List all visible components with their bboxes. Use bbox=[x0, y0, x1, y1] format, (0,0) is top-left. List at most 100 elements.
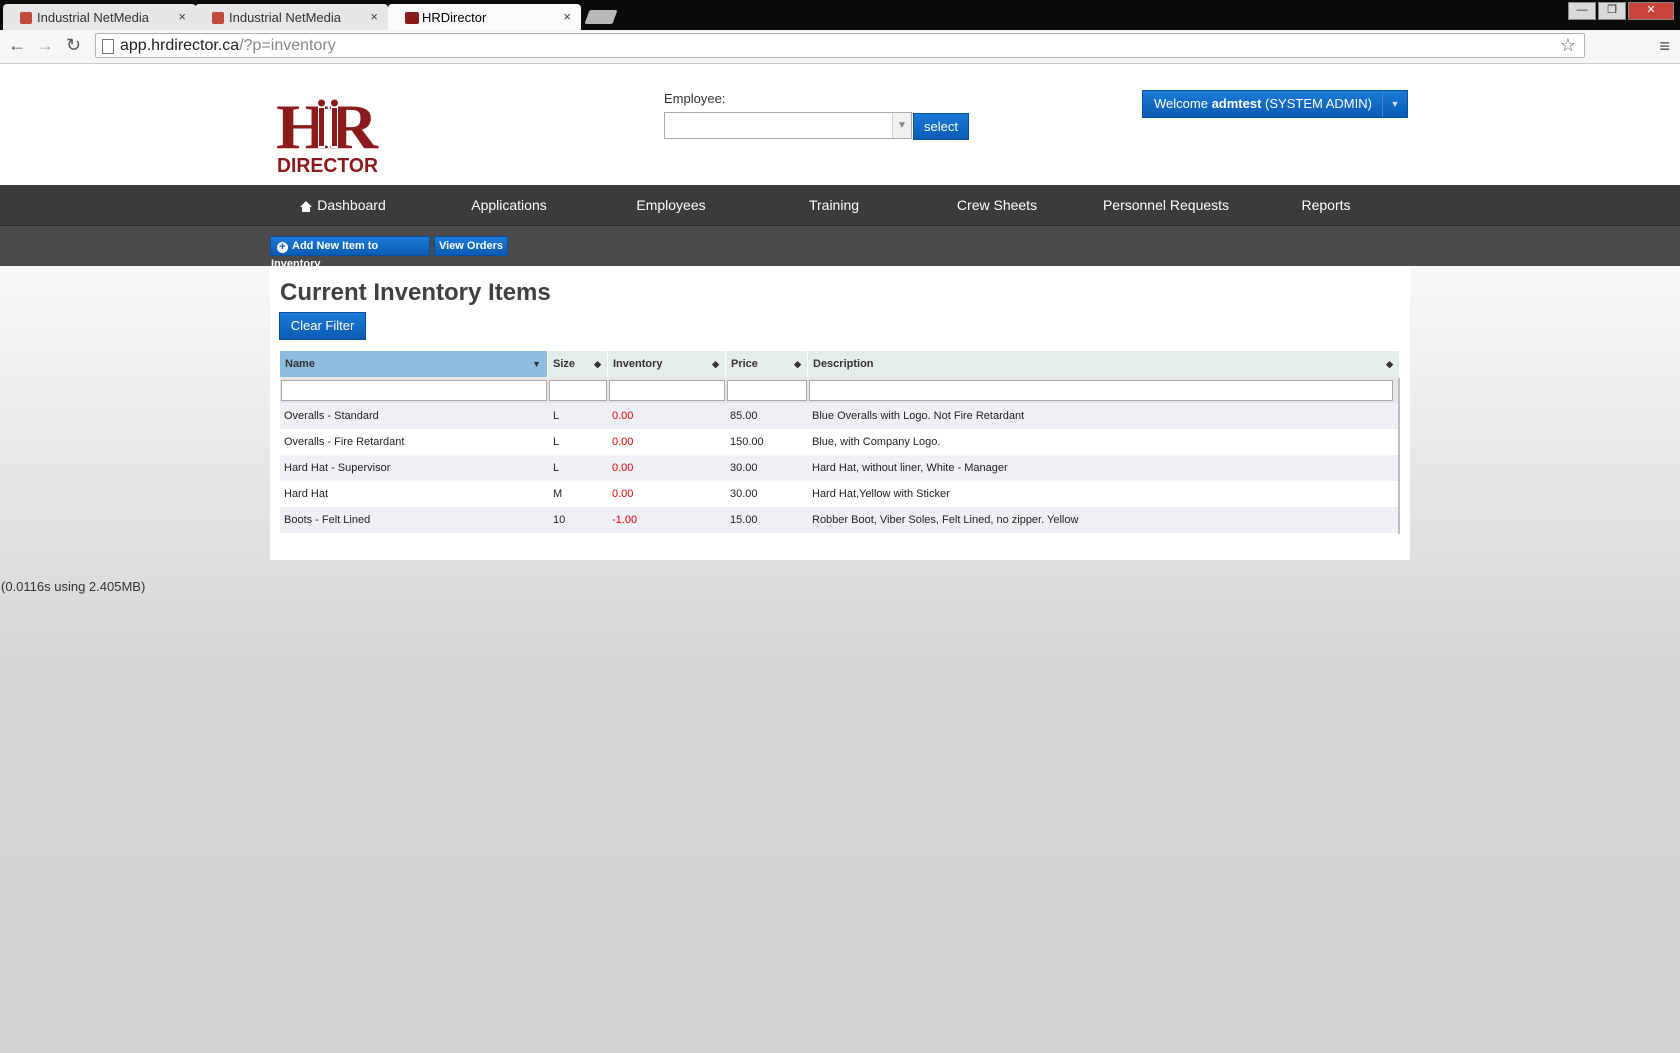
nav-item-crew-sheets[interactable]: Crew Sheets bbox=[917, 185, 1077, 225]
cell-price: 30.00 bbox=[730, 462, 758, 474]
nav-item-reports[interactable]: Reports bbox=[1246, 185, 1406, 225]
column-label: Size bbox=[553, 358, 576, 370]
window-controls: — ❐ ✕ bbox=[1566, 2, 1674, 20]
page-title: Current Inventory Items bbox=[280, 279, 551, 306]
employee-label: Employee: bbox=[664, 91, 726, 106]
cell-price: 150.00 bbox=[730, 436, 764, 448]
tab-title: Industrial NetMedia bbox=[37, 10, 149, 25]
column-label: Price bbox=[731, 358, 758, 370]
main-nav: Dashboard Applications Employees Trainin… bbox=[0, 185, 1680, 226]
browser-tab[interactable]: Industrial NetMedia × bbox=[195, 4, 388, 30]
cell-name: Overalls - Fire Retardant bbox=[284, 436, 405, 448]
tab-title: Industrial NetMedia bbox=[229, 10, 341, 25]
clear-filter-button[interactable]: Clear Filter bbox=[279, 312, 366, 340]
cell-inventory: 0.00 bbox=[612, 410, 634, 422]
table-row[interactable]: Hard Hat - Supervisor L 0.00 30.00 Hard … bbox=[280, 455, 1399, 481]
column-label: Name bbox=[285, 358, 315, 370]
view-orders-button[interactable]: View Orders bbox=[434, 236, 508, 256]
render-stats: (0.0116s using 2.405MB) bbox=[1, 579, 146, 594]
column-header-size[interactable]: Size ◆ bbox=[548, 351, 608, 377]
cell-size: L bbox=[553, 462, 560, 474]
browser-toolbar: ← → ↻ app.hrdirector.ca/?p=inventory ☆ ≡ bbox=[0, 30, 1680, 64]
plus-circle-icon: + bbox=[277, 242, 288, 253]
back-icon[interactable]: ← bbox=[8, 35, 26, 56]
table-row[interactable]: Overalls - Fire Retardant L 0.00 150.00 … bbox=[280, 429, 1399, 455]
page-icon bbox=[102, 39, 114, 54]
cell-description: Hard Hat, without liner, White - Manager bbox=[812, 462, 1008, 474]
hrdirector-logo[interactable]: HR DIRECTOR bbox=[276, 92, 380, 176]
welcome-user: admtest bbox=[1211, 96, 1262, 111]
cell-size: L bbox=[553, 436, 560, 448]
size-filter-input[interactable] bbox=[549, 380, 607, 401]
sort-icon: ◆ bbox=[1386, 359, 1393, 369]
chevron-down-icon[interactable]: ▼ bbox=[892, 113, 911, 138]
cell-price: 30.00 bbox=[730, 488, 758, 500]
cell-size: L bbox=[553, 410, 560, 422]
column-label: Inventory bbox=[613, 358, 663, 370]
cell-inventory: 0.00 bbox=[612, 462, 634, 474]
description-filter-input[interactable] bbox=[809, 380, 1393, 401]
url-path: /?p=inventory bbox=[239, 37, 336, 54]
table-row[interactable]: Overalls - Standard L 0.00 85.00 Blue Ov… bbox=[280, 403, 1399, 429]
nav-item-employees[interactable]: Employees bbox=[591, 185, 751, 225]
column-header-description[interactable]: Description ◆ bbox=[808, 351, 1399, 377]
close-window-icon[interactable]: ✕ bbox=[1628, 2, 1674, 20]
cell-inventory: 0.00 bbox=[612, 488, 634, 500]
cell-inventory: 0.00 bbox=[612, 436, 634, 448]
welcome-prefix: Welcome bbox=[1154, 96, 1212, 111]
cell-price: 15.00 bbox=[730, 514, 758, 526]
new-tab-button[interactable] bbox=[584, 10, 618, 24]
table-row[interactable]: Hard Hat M 0.00 30.00 Hard Hat,Yellow wi… bbox=[280, 481, 1399, 507]
user-menu-button[interactable]: Welcome admtest (SYSTEM ADMIN) ▼ bbox=[1142, 90, 1408, 118]
browser-tab[interactable]: Industrial NetMedia × bbox=[3, 4, 196, 30]
column-header-name[interactable]: Name ▼ bbox=[280, 351, 548, 377]
minimize-icon[interactable]: — bbox=[1568, 2, 1596, 20]
cell-price: 85.00 bbox=[730, 410, 758, 422]
column-header-inventory[interactable]: Inventory ◆ bbox=[608, 351, 726, 377]
inventory-filter-input[interactable] bbox=[609, 380, 725, 401]
restore-icon[interactable]: ❐ bbox=[1598, 2, 1626, 20]
employee-select[interactable]: ▼ bbox=[664, 112, 912, 139]
cell-description: Hard Hat,Yellow with Sticker bbox=[812, 488, 950, 500]
nav-item-dashboard[interactable]: Dashboard bbox=[263, 185, 423, 225]
welcome-role: (SYSTEM ADMIN) bbox=[1261, 96, 1372, 111]
tab-close-icon[interactable]: × bbox=[178, 9, 186, 24]
nav-label: Dashboard bbox=[317, 197, 386, 213]
tab-title: HRDirector bbox=[422, 10, 487, 25]
logo-hr-text: HR bbox=[276, 92, 379, 162]
table-scrollbar[interactable] bbox=[1398, 378, 1400, 534]
cell-size: M bbox=[553, 488, 563, 500]
cell-name: Overalls - Standard bbox=[284, 410, 379, 422]
select-employee-button[interactable]: select bbox=[913, 113, 969, 140]
sub-nav: + Add New Item to Inventory View Orders bbox=[0, 226, 1680, 270]
forward-icon[interactable]: → bbox=[36, 35, 54, 56]
tab-close-icon[interactable]: × bbox=[563, 9, 571, 24]
cell-name: Hard Hat - Supervisor bbox=[284, 462, 391, 474]
nav-item-training[interactable]: Training bbox=[754, 185, 914, 225]
browser-tab-active[interactable]: HRDirector × bbox=[388, 4, 581, 30]
reload-icon[interactable]: ↻ bbox=[66, 35, 81, 56]
add-inventory-item-button[interactable]: + Add New Item to Inventory bbox=[270, 236, 430, 270]
sort-icon: ◆ bbox=[712, 359, 719, 369]
table-header: Name ▼ Size ◆ Inventory ◆ Price ◆ Descriptio… bbox=[280, 351, 1399, 377]
tab-close-icon[interactable]: × bbox=[370, 9, 378, 24]
nav-item-applications[interactable]: Applications bbox=[429, 185, 589, 225]
browser-menu-icon[interactable]: ≡ bbox=[1659, 36, 1670, 57]
chevron-down-icon[interactable]: ▼ bbox=[1382, 91, 1407, 117]
nav-item-personnel-requests[interactable]: Personnel Requests bbox=[1081, 185, 1251, 225]
cell-description: Blue Overalls with Logo. Not Fire Retard… bbox=[812, 410, 1025, 422]
filter-row bbox=[280, 377, 1399, 403]
column-label: Description bbox=[813, 358, 874, 370]
inventory-table: Name ▼ Size ◆ Inventory ◆ Price ◆ Descriptio… bbox=[280, 351, 1399, 533]
price-filter-input[interactable] bbox=[727, 380, 807, 401]
bookmark-star-icon[interactable]: ☆ bbox=[1560, 35, 1576, 56]
sort-icon: ◆ bbox=[794, 359, 801, 369]
address-bar[interactable]: app.hrdirector.ca/?p=inventory ☆ bbox=[95, 33, 1585, 58]
table-row[interactable]: Boots - Felt Lined 10 -1.00 15.00 Robber… bbox=[280, 507, 1399, 533]
sort-desc-icon: ▼ bbox=[532, 359, 541, 369]
cell-name: Hard Hat bbox=[284, 488, 329, 500]
name-filter-input[interactable] bbox=[281, 380, 547, 401]
logo-director-text: DIRECTOR bbox=[277, 155, 379, 176]
column-header-price[interactable]: Price ◆ bbox=[726, 351, 808, 377]
hrdirector-favicon-icon bbox=[405, 12, 419, 24]
